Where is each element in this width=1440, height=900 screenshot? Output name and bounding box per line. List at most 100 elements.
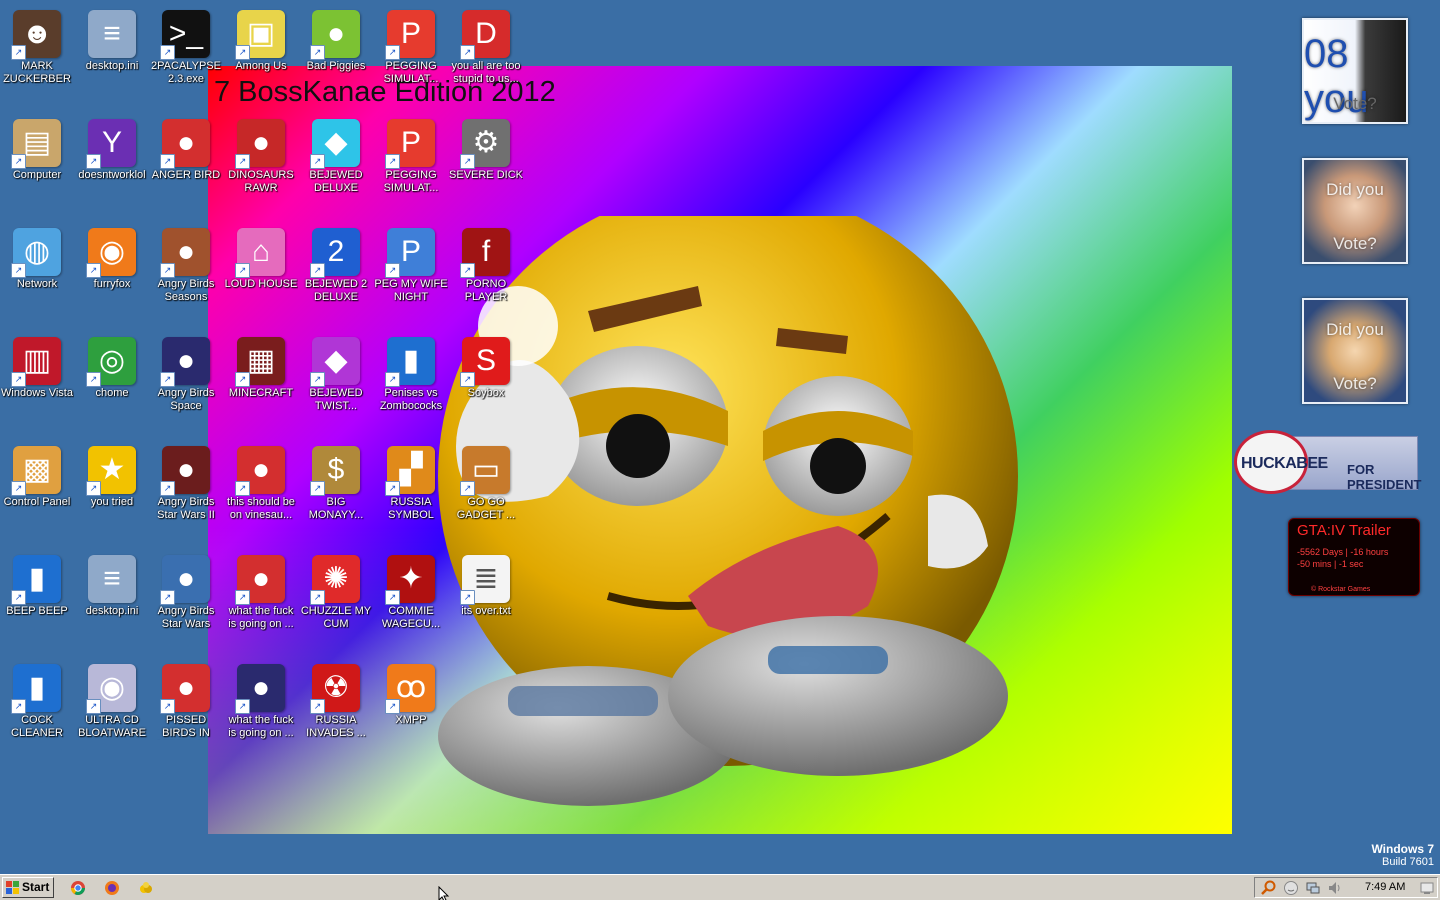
desktop-icon-label: chome xyxy=(95,387,129,399)
desktop-icon[interactable]: ≡ desktop.ini xyxy=(75,551,149,651)
desktop-icon-label: Soybox xyxy=(467,387,505,399)
desktop-icon[interactable]: ▤ ↗ Computer xyxy=(0,115,74,215)
chrome-quicklaunch-icon[interactable] xyxy=(70,880,86,896)
desktop-icon[interactable]: >_ ↗ 2PACALYPSE 2.3.exe xyxy=(149,6,223,106)
desktop-icon[interactable]: S ↗ Soybox xyxy=(449,333,523,433)
desktop-icon[interactable]: ▮ ↗ BEEP BEEP xyxy=(0,551,74,651)
huckabee-gadget[interactable]: FOR PRESIDENT HUCKABEE xyxy=(1234,430,1421,494)
taskbar-clock[interactable]: 7:49 AM xyxy=(1365,881,1405,893)
desktop-icon[interactable]: ▣ ↗ Among Us xyxy=(224,6,298,106)
s-logo-icon: S ↗ xyxy=(460,337,510,387)
desktop-icon[interactable]: ◍ ↗ Network xyxy=(0,224,74,324)
os-watermark: Windows 7 Build 7601 xyxy=(1371,842,1434,868)
desktop-icon[interactable]: ● ↗ Angry Birds Star Wars II xyxy=(149,442,223,542)
desktop-icon[interactable]: $ ↗ BIG MONAYY... xyxy=(299,442,373,542)
shortcut-arrow-icon: ↗ xyxy=(310,154,325,169)
desktop-icon[interactable]: ≣ ↗ its over.txt xyxy=(449,551,523,651)
messenger-quicklaunch-icon[interactable] xyxy=(138,880,154,896)
angry-bird-icon: ● ↗ xyxy=(160,664,210,714)
angry-bird-icon: ● ↗ xyxy=(160,446,210,496)
desktop-icon-label: Among Us xyxy=(235,60,287,72)
desktop-icon[interactable]: ● ↗ this should be on vinesau... xyxy=(224,442,298,542)
desktop-icon[interactable]: Y ↗ doesntworklol xyxy=(75,115,149,215)
shortcut-arrow-icon: ↗ xyxy=(11,45,26,60)
desktop-icon[interactable]: ◎ ↗ chome xyxy=(75,333,149,433)
firefox-quicklaunch-icon[interactable] xyxy=(104,880,120,896)
desktop-icon[interactable]: ● ↗ Angry Birds Seasons xyxy=(149,224,223,324)
gadget-line-1: Did you xyxy=(1326,180,1384,199)
desktop-icon[interactable]: ▮ ↗ Penises vs Zombococks xyxy=(374,333,448,433)
mouse-cursor-icon xyxy=(438,886,450,900)
search-icon[interactable] xyxy=(1261,880,1277,896)
dev-cpp-icon: D ↗ xyxy=(460,10,510,60)
desktop-icon[interactable]: P ↗ PEG MY WIFE NIGHT xyxy=(374,224,448,324)
start-button[interactable]: Start xyxy=(2,877,54,898)
desktop-icon[interactable]: ◉ ↗ furryfox xyxy=(75,224,149,324)
desktop-icon[interactable]: ⚙ ↗ SEVERE DICK xyxy=(449,115,523,215)
desktop-icon[interactable]: ▦ ↗ MINECRAFT xyxy=(224,333,298,433)
desktop-icon[interactable]: ▮ ↗ COCK CLEANER xyxy=(0,660,74,760)
chrome-icon: ◎ ↗ xyxy=(86,337,136,387)
desktop-icon-label: Angry Birds Space xyxy=(157,387,215,412)
among-us-icon: ▣ ↗ xyxy=(235,10,285,60)
desktop-icon[interactable]: 2 ↗ BEJEWED 2 DELUXE xyxy=(299,224,373,324)
desktop-icon-label: this should be on vinesau... xyxy=(227,496,295,521)
house-icon: ⌂ ↗ xyxy=(235,228,285,278)
desktop-icon[interactable]: ◉ ↗ ULTRA CD BLOATWARE xyxy=(75,660,149,760)
book-icon: ▮ ↗ xyxy=(11,664,61,714)
desktop-icon[interactable]: ꝏ ↗ XMPP xyxy=(374,660,448,760)
volume-icon[interactable] xyxy=(1327,880,1343,896)
desktop-icon[interactable]: ▥ ↗ Windows Vista xyxy=(0,333,74,433)
desktop-icon[interactable]: ● ↗ Bad Piggies xyxy=(299,6,373,106)
show-desktop-icon[interactable] xyxy=(1419,880,1435,896)
angry-bird-icon: ● ↗ xyxy=(160,337,210,387)
desktop-icon[interactable]: ✺ ↗ CHUZZLE MY CUM xyxy=(299,551,373,651)
gta-countdown-gadget[interactable]: GTA:IV Trailer -5562 Days | -16 hours -5… xyxy=(1288,518,1420,596)
system-tray: 7:49 AM xyxy=(1254,877,1438,898)
desktop-icon[interactable]: ◆ ↗ BEJEWED TWIST... xyxy=(299,333,373,433)
shortcut-arrow-icon: ↗ xyxy=(460,154,475,169)
desktop-icon[interactable]: ● ↗ what the fuck is going on ... xyxy=(224,551,298,651)
network-tray-icon[interactable] xyxy=(1305,880,1321,896)
desktop-icon[interactable]: ● ↗ what the fuck is going on ... xyxy=(224,660,298,760)
desktop-icon[interactable]: ▞ ↗ RUSSIA SYMBOL xyxy=(374,442,448,542)
desktop-icon-label: its over.txt xyxy=(461,605,511,617)
gem-icon: 2 ↗ xyxy=(310,228,360,278)
desktop-icon[interactable]: ⌂ ↗ LOUD HOUSE xyxy=(224,224,298,324)
xampp-icon: ꝏ ↗ xyxy=(385,664,435,714)
desktop-icon[interactable]: P ↗ PEGGING SIMULAT... xyxy=(374,6,448,106)
desktop-icon[interactable]: f ↗ PORNO PLAYER xyxy=(449,224,523,324)
book-icon: ▮ ↗ xyxy=(11,555,61,605)
mccain-vote-gadget[interactable]: Did you Vote? xyxy=(1302,158,1408,264)
shortcut-arrow-icon: ↗ xyxy=(385,699,400,714)
desktop-icon[interactable]: ● ↗ Angry Birds Star Wars xyxy=(149,551,223,651)
desktop-icon[interactable]: ▭ ↗ GO GO GADGET ... xyxy=(449,442,523,542)
desktop-icon[interactable]: ● ↗ DINOSAURS RAWR xyxy=(224,115,298,215)
shortcut-arrow-icon: ↗ xyxy=(160,263,175,278)
smiley-tray-icon[interactable] xyxy=(1283,880,1299,896)
shortcut-arrow-icon: ↗ xyxy=(86,154,101,169)
desktop-icon-label: Angry Birds Star Wars xyxy=(157,605,215,630)
desktop-icon[interactable]: ☢ ↗ RUSSIA INVADES ... xyxy=(299,660,373,760)
desktop-icon[interactable]: ★ ↗ you tried xyxy=(75,442,149,542)
desktop-icon[interactable]: D ↗ you all are too stupid to us... xyxy=(449,6,523,106)
desktop-icon-label: GO GO GADGET ... xyxy=(456,496,516,521)
network-globe-icon: ◍ ↗ xyxy=(11,228,61,278)
desktop-icon-label: Penises vs Zombococks xyxy=(379,387,443,412)
shortcut-arrow-icon: ↗ xyxy=(160,590,175,605)
desktop-icon-label: COCK CLEANER xyxy=(11,714,63,739)
obama-vote-gadget[interactable]: 08 you Vote? xyxy=(1302,18,1408,124)
desktop-icon[interactable]: ▩ ↗ Control Panel xyxy=(0,442,74,542)
desktop-icon[interactable]: ≡ desktop.ini xyxy=(75,6,149,106)
clinton-vote-gadget[interactable]: Did you Vote? xyxy=(1302,298,1408,404)
desktop-icon[interactable]: ● ↗ ANGER BIRD xyxy=(149,115,223,215)
shortcut-arrow-icon: ↗ xyxy=(86,481,101,496)
desktop-icon[interactable]: ☻↗MARK ZUCKERBERG xyxy=(0,6,74,106)
desktop-icon[interactable]: ✦ ↗ COMMIE WAGECU... xyxy=(374,551,448,651)
desktop-icon[interactable]: P ↗ PEGGING SIMULAT... xyxy=(374,115,448,215)
desktop-icon[interactable]: ● ↗ Angry Birds Space xyxy=(149,333,223,433)
desktop-icon[interactable]: ●↗PISSED BIRDS IN VIDEO G... xyxy=(149,660,223,760)
desktop-icon[interactable]: ◆ ↗ BEJEWED DELUXE xyxy=(299,115,373,215)
person-icon: ☻ ↗ xyxy=(11,10,61,60)
shortcut-arrow-icon: ↗ xyxy=(86,372,101,387)
